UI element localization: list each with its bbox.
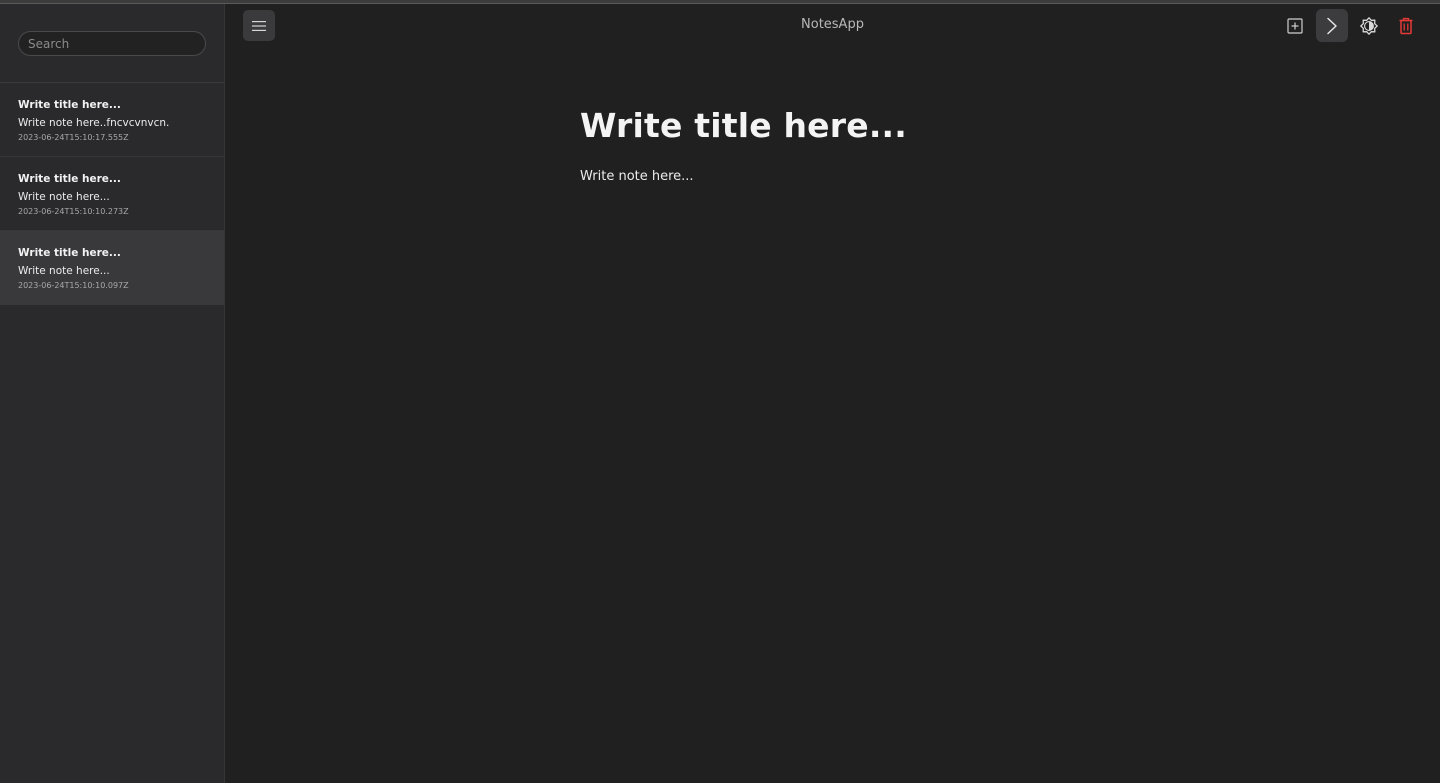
note-list: Write title here... Write note here..fnc… bbox=[0, 83, 224, 305]
menu-button[interactable] bbox=[243, 10, 275, 41]
note-item-date: 2023-06-24T15:10:10.097Z bbox=[18, 281, 129, 290]
delete-note-button[interactable] bbox=[1390, 9, 1422, 42]
note-item-date: 2023-06-24T15:10:17.555Z bbox=[18, 133, 129, 142]
note-editor[interactable]: Write title here... Write note here... bbox=[580, 106, 907, 185]
note-item-title: Write title here... bbox=[18, 173, 121, 185]
note-list-item[interactable]: Write title here... Write note here... 2… bbox=[0, 157, 224, 231]
add-note-icon bbox=[1287, 17, 1303, 34]
note-item-preview: Write note here... bbox=[18, 191, 110, 203]
sidebar: Write title here... Write note here..fnc… bbox=[0, 4, 225, 783]
search-input[interactable] bbox=[18, 31, 206, 56]
app-title: NotesApp bbox=[801, 17, 864, 32]
toggle-preview-button[interactable] bbox=[1316, 9, 1348, 42]
editor-title[interactable]: Write title here... bbox=[580, 106, 907, 146]
search-area bbox=[0, 4, 224, 83]
main-panel: NotesApp Write title here... Write note … bbox=[225, 4, 1440, 783]
note-item-date: 2023-06-24T15:10:10.273Z bbox=[18, 207, 129, 216]
theme-toggle-icon bbox=[1360, 16, 1378, 35]
menu-icon bbox=[252, 20, 266, 31]
note-item-preview: Write note here..fncvcvnvcn. bbox=[18, 117, 170, 129]
theme-toggle-button[interactable] bbox=[1353, 9, 1385, 42]
note-item-title: Write title here... bbox=[18, 247, 121, 259]
note-list-item[interactable]: Write title here... Write note here..fnc… bbox=[0, 83, 224, 157]
editor-body[interactable]: Write note here... bbox=[580, 169, 907, 185]
trash-icon bbox=[1399, 17, 1413, 34]
toolbar bbox=[1274, 9, 1422, 42]
chevron-right-icon bbox=[1327, 17, 1337, 34]
note-list-item-selected[interactable]: Write title here... Write note here... 2… bbox=[0, 231, 224, 305]
note-item-title: Write title here... bbox=[18, 99, 121, 111]
note-item-preview: Write note here... bbox=[18, 265, 110, 277]
add-note-button[interactable] bbox=[1279, 9, 1311, 42]
notes-app: Write title here... Write note here..fnc… bbox=[0, 4, 1440, 783]
